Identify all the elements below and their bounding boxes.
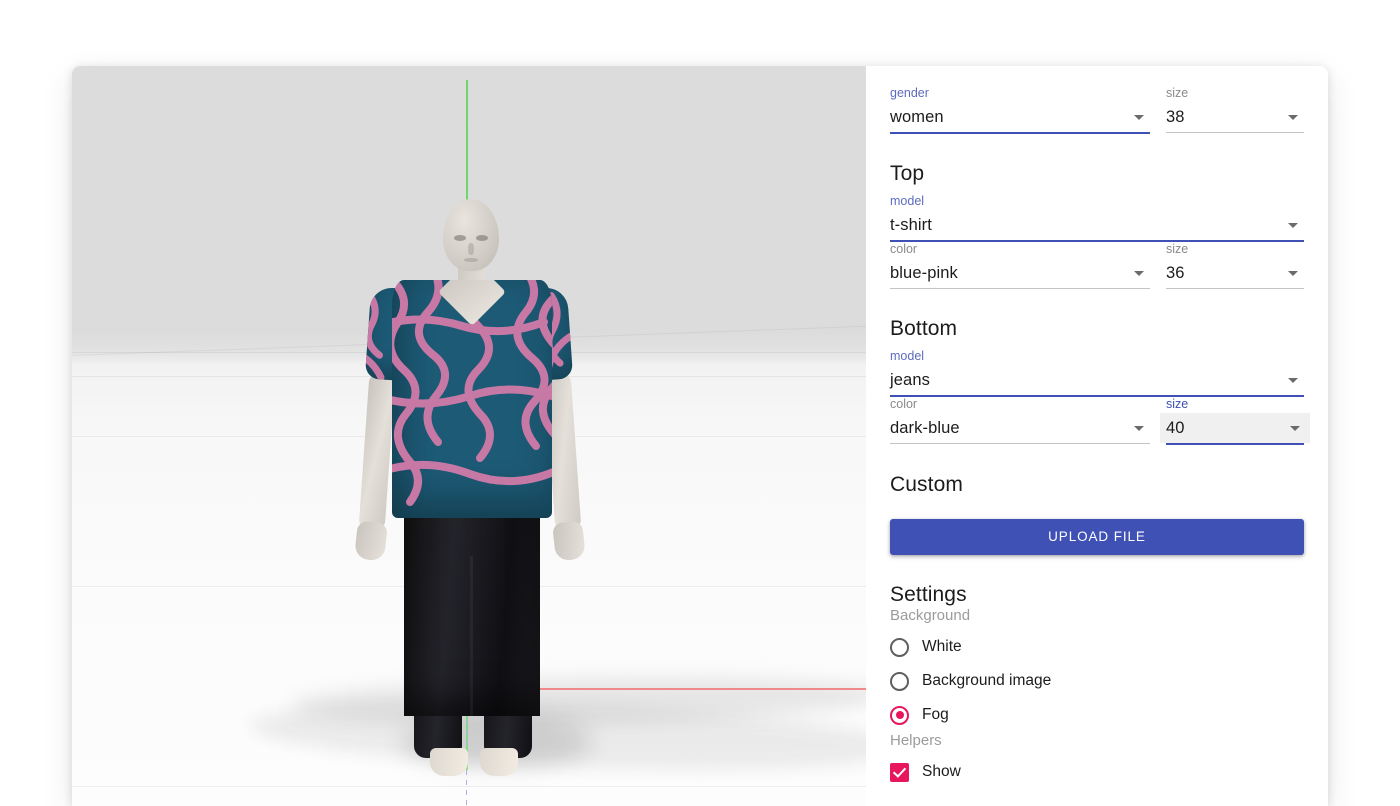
- top-color-select[interactable]: color blue-pink: [890, 242, 1150, 289]
- bottom-size-underline: [1166, 443, 1304, 445]
- chevron-down-icon[interactable]: [1134, 114, 1144, 120]
- checkbox-checked-icon[interactable]: [890, 762, 909, 782]
- fabric-pattern-icon: [392, 280, 552, 506]
- person-row: gender women size 38: [890, 86, 1304, 134]
- section-title-settings: Settings: [890, 583, 967, 606]
- garment-bottom-jeans: [404, 486, 540, 716]
- radio-icon[interactable]: [890, 637, 909, 657]
- chevron-down-icon[interactable]: [1134, 425, 1144, 431]
- bottom-color-value: dark-blue: [890, 418, 960, 437]
- section-title-custom: Custom: [890, 473, 963, 496]
- mannequin-eye-right: [476, 235, 488, 241]
- person-size-value: 38: [1166, 107, 1185, 126]
- checkbox-option-show[interactable]: Show: [890, 755, 1304, 789]
- top-size-underline: [1166, 288, 1304, 289]
- top-model-value: t-shirt: [890, 215, 932, 234]
- helpers-group-label: Helpers: [890, 732, 942, 749]
- person-size-select[interactable]: size 38: [1166, 86, 1304, 134]
- chevron-down-icon[interactable]: [1290, 425, 1300, 431]
- top-color-value: blue-pink: [890, 263, 958, 282]
- mannequin-arm-left: [358, 371, 396, 533]
- section-title-top: Top: [890, 162, 925, 185]
- chevron-down-icon[interactable]: [1288, 377, 1298, 383]
- mannequin-hand-left: [354, 520, 388, 562]
- bottom-model-label: model: [890, 349, 925, 363]
- top-color-label: color: [890, 242, 918, 256]
- section-title-bottom: Bottom: [890, 317, 958, 340]
- chevron-down-icon[interactable]: [1288, 222, 1298, 228]
- gender-label: gender: [890, 86, 929, 100]
- chevron-down-icon[interactable]: [1288, 270, 1298, 276]
- chevron-down-icon[interactable]: [1134, 270, 1144, 276]
- top-size-select[interactable]: size 36: [1166, 242, 1304, 289]
- top-model-label: model: [890, 194, 925, 208]
- top-size-value: 36: [1166, 263, 1185, 282]
- radio-selected-icon[interactable]: [890, 705, 909, 725]
- person-size-underline: [1166, 132, 1304, 133]
- radio-label-fog: Fog: [922, 706, 949, 723]
- upload-file-button[interactable]: UPLOAD FILE: [890, 519, 1304, 555]
- bottom-model-value: jeans: [890, 370, 930, 389]
- person-size-label: size: [1166, 86, 1189, 100]
- bottom-size-label: size: [1166, 397, 1189, 411]
- mannequin-foot-right: [480, 748, 518, 776]
- top-color-underline: [890, 288, 1150, 289]
- app-card: gender women size 38 Top model t-shirt c…: [72, 66, 1328, 806]
- bottom-color-size-row: color dark-blue size 40: [890, 397, 1310, 445]
- radio-icon[interactable]: [890, 671, 909, 691]
- mannequin-foot-left: [430, 748, 468, 776]
- radio-label-white: White: [922, 638, 962, 655]
- mannequin-hand-right: [552, 520, 586, 562]
- mannequin-mouth: [464, 258, 478, 262]
- mannequin-figure: [72, 66, 866, 806]
- bottom-color-select[interactable]: color dark-blue: [890, 397, 1150, 445]
- mannequin-eye-left: [454, 235, 466, 241]
- mannequin-nose: [468, 243, 474, 255]
- configurator-panel: gender women size 38 Top model t-shirt c…: [866, 66, 1328, 806]
- radio-option-fog[interactable]: Fog: [890, 698, 1304, 732]
- gender-value: women: [890, 107, 944, 126]
- bottom-size-value: 40: [1166, 418, 1185, 437]
- mannequin-head: [443, 199, 499, 271]
- radio-option-white[interactable]: White: [890, 630, 1304, 664]
- bottom-color-underline: [890, 443, 1150, 444]
- garment-top-tshirt: [392, 280, 552, 518]
- bottom-color-label: color: [890, 397, 918, 411]
- gender-select[interactable]: gender women: [890, 86, 1150, 134]
- gender-underline: [890, 132, 1150, 134]
- checkbox-label-show: Show: [922, 763, 961, 780]
- chevron-down-icon[interactable]: [1288, 114, 1298, 120]
- top-size-label: size: [1166, 242, 1189, 256]
- top-model-row: model t-shirt: [890, 194, 1304, 242]
- radio-option-background-image[interactable]: Background image: [890, 664, 1304, 698]
- top-color-size-row: color blue-pink size 36: [890, 242, 1304, 289]
- background-group-label: Background: [890, 607, 971, 624]
- bottom-size-select[interactable]: size 40: [1160, 397, 1310, 445]
- top-model-select[interactable]: model t-shirt: [890, 194, 1304, 242]
- bottom-model-row: model jeans: [890, 349, 1304, 397]
- 3d-avatar-viewport[interactable]: [72, 66, 866, 806]
- radio-label-background-image: Background image: [922, 672, 1052, 689]
- bottom-model-select[interactable]: model jeans: [890, 349, 1304, 397]
